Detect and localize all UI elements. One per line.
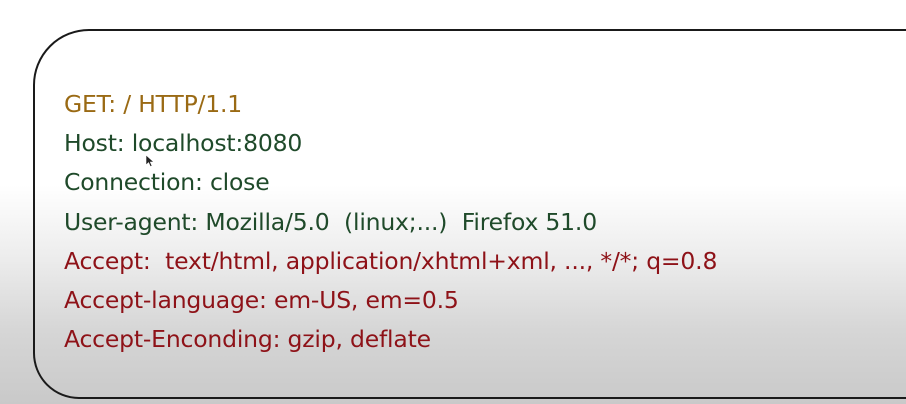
connection-header: Connection: close [64, 168, 270, 197]
user-agent-header: User-agent: Mozilla/5.0 (linux;...) Fire… [64, 207, 597, 236]
accept-encoding-header: Accept-Enconding: gzip, deflate [64, 325, 431, 354]
request-line: GET: / HTTP/1.1 [64, 90, 243, 118]
accept-language-header: Accept-language: em-US, em=0.5 [64, 286, 459, 315]
accept-header: Accept: text/html, application/xhtml+xml… [64, 246, 718, 275]
http-request-lines: GET: / HTTP/1.1 Host: localhost:8080 Con… [64, 85, 717, 359]
mouse-cursor-icon [145, 154, 155, 167]
host-header: Host: localhost:8080 [64, 129, 303, 158]
